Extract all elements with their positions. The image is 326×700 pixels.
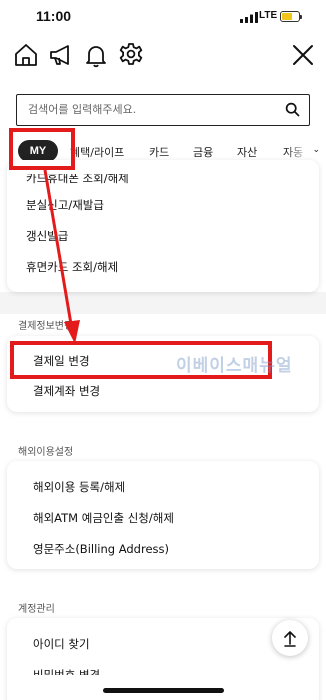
battery-fill — [282, 13, 293, 20]
tab-asset[interactable]: 자산 — [237, 144, 257, 160]
menu-item-overseas-atm[interactable]: 해외ATM 예금인출 신청/해제 — [33, 510, 174, 526]
battery-icon — [280, 11, 302, 22]
home-icon[interactable] — [13, 42, 39, 68]
status-bar: 11:00 LTE — [0, 0, 326, 34]
tab-card[interactable]: 카드 — [149, 144, 169, 160]
status-time: 11:00 — [36, 8, 72, 24]
menu-item-payment-account[interactable]: 결제계좌 변경 — [33, 383, 100, 399]
close-icon[interactable] — [290, 42, 316, 68]
watermark: 이베이스매뉴얼 — [176, 356, 293, 376]
section-title-account: 계정관리 — [18, 604, 55, 615]
search-input[interactable] — [17, 95, 277, 124]
top-toolbar — [0, 42, 326, 72]
megaphone-icon[interactable] — [48, 42, 74, 68]
menu-item-dormant-card[interactable]: 휴면카드 조회/해제 — [26, 259, 118, 275]
network-label: LTE — [259, 10, 278, 21]
scroll-top-button[interactable] — [272, 620, 308, 656]
menu-item-overseas-register[interactable]: 해외이용 등록/해제 — [33, 479, 125, 495]
chevron-down-icon[interactable]: ⌄ — [312, 145, 320, 155]
bell-icon[interactable] — [83, 42, 109, 68]
tab-benefit-life[interactable]: 혜택/라이프 — [70, 144, 124, 160]
signal-icon — [240, 12, 258, 23]
search-box — [16, 94, 310, 126]
highlight-box-my — [9, 128, 75, 170]
arrow-up-icon — [284, 631, 296, 647]
section-title-payment: 결제정보변경 — [18, 321, 74, 332]
menu-item-find-id[interactable]: 아이디 찾기 — [33, 636, 90, 652]
menu-item-billing-address[interactable]: 영문주소(Billing Address) — [33, 541, 169, 557]
menu-item-lost-report[interactable]: 분실신고/재발급 — [26, 197, 104, 213]
home-indicator — [103, 688, 224, 693]
search-icon[interactable] — [285, 102, 300, 117]
section-gap — [0, 292, 326, 314]
gear-icon[interactable] — [118, 42, 144, 68]
menu-item-renewal[interactable]: 갱신발급 — [26, 228, 68, 244]
section-title-overseas: 해외이용설정 — [18, 447, 74, 458]
tab-finance[interactable]: 금융 — [193, 144, 213, 160]
